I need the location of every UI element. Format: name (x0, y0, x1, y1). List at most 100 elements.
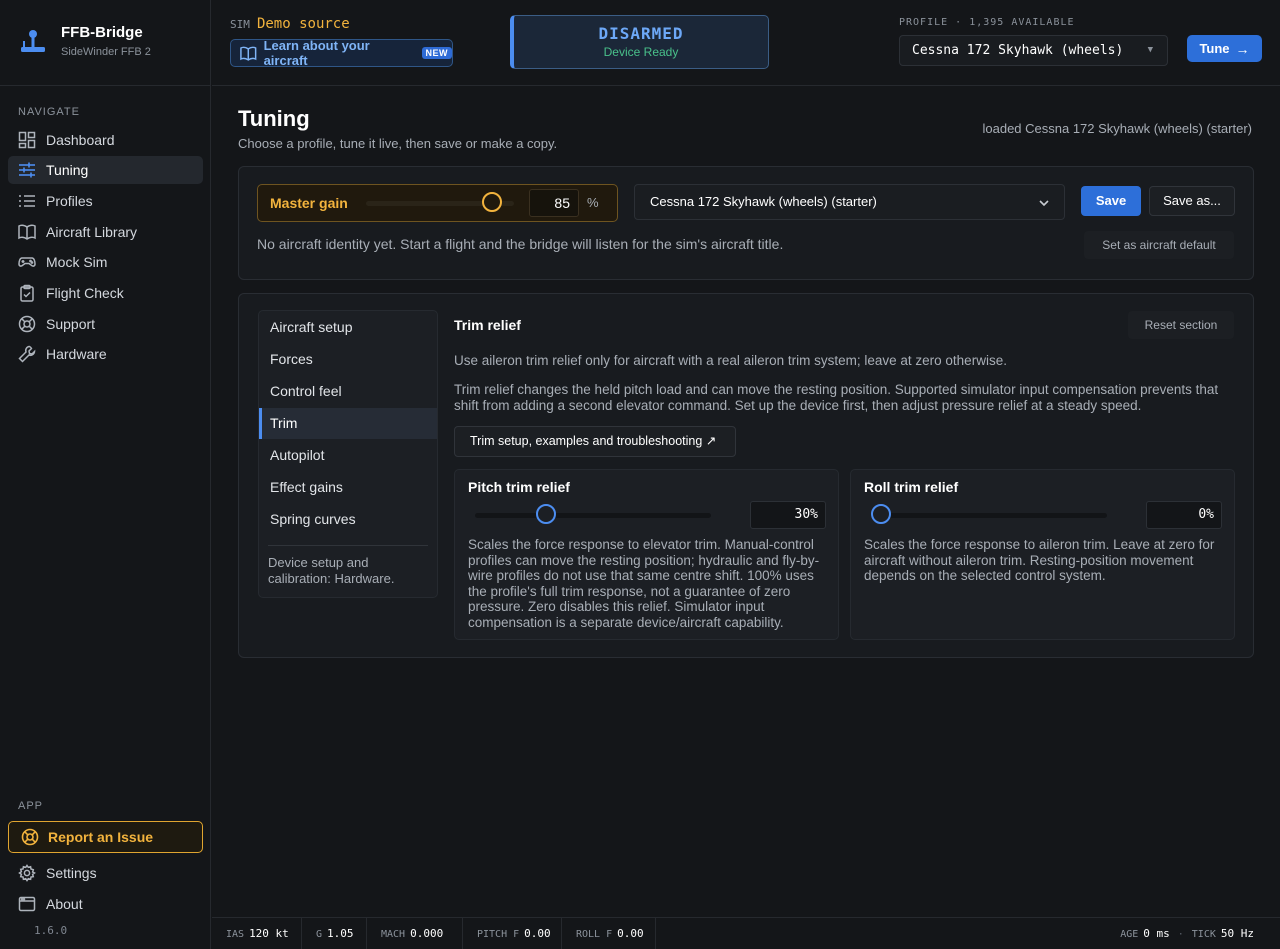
sidebar-item-profiles[interactable]: Profiles (8, 187, 203, 215)
section-trim[interactable]: Trim (259, 408, 437, 439)
sim-source: SIM Demo source (230, 16, 350, 32)
telemetry-bar: IAS 120 kt G 1.05 MACH 0.000 PITCH F 0.00 RO… (212, 917, 1280, 949)
tuning-card: Aircraft setup Forces Control feel Trim … (238, 293, 1254, 658)
pitch-trim-handle[interactable] (535, 504, 556, 524)
sliders-icon (19, 162, 35, 178)
mach-value: 0.000 (410, 927, 444, 940)
profile-dropdown[interactable]: Cessna 172 Skyhawk (wheels) (starter) (634, 184, 1065, 220)
brand: FFB-Bridge SideWinder FFB 2 (0, 0, 211, 86)
master-gain-unit: % (587, 195, 599, 210)
arm-status[interactable]: DISARMED Device Ready (510, 15, 769, 69)
page-title: Tuning (238, 106, 310, 131)
sidebar-item-support[interactable]: Support (8, 310, 203, 338)
section-divider (268, 545, 428, 546)
section-autopilot[interactable]: Autopilot (259, 440, 437, 471)
reset-section-button[interactable]: Reset section (1128, 311, 1234, 339)
pitch-trim-input[interactable]: 30% (750, 501, 826, 529)
sidebar-item-label: Support (46, 316, 96, 332)
sim-caption: SIM (230, 18, 250, 31)
trim-intro: Use aileron trim relief only for aircraf… (454, 353, 1007, 368)
new-badge: NEW (421, 47, 452, 59)
telemetry-roll-force: ROLL F 0.00 (562, 918, 656, 949)
g-label: G (316, 929, 323, 940)
sidebar-item-label: Aircraft Library (46, 224, 138, 240)
clipboard-check-icon (20, 284, 34, 302)
loaded-profile: loaded Cessna 172 Skyhawk (wheels) (star… (982, 121, 1252, 136)
sidebar-item-label: Tuning (46, 162, 89, 178)
set-aircraft-default-button[interactable]: Set as aircraft default (1084, 231, 1234, 259)
roll-trim-slider[interactable] (871, 513, 1107, 518)
master-gain-label: Master gain (270, 195, 348, 211)
tune-label: Tune (1199, 41, 1230, 56)
report-issue-label: Report an Issue (48, 829, 154, 845)
roll-force-label: ROLL F (576, 929, 613, 940)
section-effect-gains[interactable]: Effect gains (259, 472, 437, 503)
section-control-feel[interactable]: Control feel (259, 376, 437, 407)
section-spring-curves[interactable]: Spring curves (259, 504, 437, 535)
trim-guide-link[interactable]: Trim setup, examples and troubleshooting… (454, 426, 736, 457)
report-issue-button[interactable]: Report an Issue (8, 821, 203, 853)
roll-trim-input[interactable]: 0% (1146, 501, 1222, 529)
sidebar-item-settings[interactable]: Settings (8, 859, 203, 887)
window-icon (18, 896, 36, 912)
dashboard-icon (18, 131, 36, 149)
book-icon (18, 224, 36, 240)
brand-subtitle: SideWinder FFB 2 (61, 46, 151, 58)
master-gain-input[interactable]: 85 (529, 189, 579, 217)
pitch-trim-card: Pitch trim relief 30% Scales the force r… (454, 469, 839, 640)
pitch-trim-description: Scales the force response to elevator tr… (468, 537, 820, 630)
sidebar-item-aircraft-library[interactable]: Aircraft Library (8, 218, 203, 246)
ias-value: 120 kt (249, 927, 289, 940)
sidebar-item-mock-sim[interactable]: Mock Sim (8, 248, 203, 276)
sidebar-item-flight-check[interactable]: Flight Check (8, 279, 203, 307)
roll-trim-card: Roll trim relief 0% Scales the force res… (850, 469, 1235, 640)
chevron-down-icon (1039, 200, 1049, 207)
arm-status-title: DISARMED (598, 24, 684, 43)
telemetry-pitch-force: PITCH F 0.00 (463, 918, 562, 949)
profile-card: Master gain 85 % Cessna 172 Skyhawk (whe… (238, 166, 1254, 280)
brand-title: FFB-Bridge (61, 24, 143, 41)
section-forces[interactable]: Forces (259, 344, 437, 375)
tick-label: TICK (1191, 929, 1216, 940)
joystick-icon (21, 30, 45, 52)
roll-trim-handle[interactable] (871, 504, 891, 524)
sidebar-item-about[interactable]: About (8, 890, 203, 918)
topbar: SIM Demo source Learn about your aircraf… (212, 0, 1280, 86)
learn-aircraft-label: Learn about your aircraft (263, 38, 370, 68)
sidebar-item-label: Mock Sim (46, 254, 108, 270)
arrow-right-icon: → (1235, 40, 1250, 57)
sidebar: FFB-Bridge SideWinder FFB 2 NAVIGATE Das… (0, 0, 211, 949)
list-icon (19, 195, 35, 207)
hardware-note[interactable]: Device setup and calibration: Hardware. (268, 555, 428, 587)
sidebar-item-label: Settings (46, 865, 97, 881)
sidebar-item-tuning[interactable]: Tuning (8, 156, 203, 184)
app-version: 1.6.0 (34, 924, 68, 937)
pitch-force-label: PITCH F (477, 929, 520, 940)
section-nav: Aircraft setup Forces Control feel Trim … (258, 310, 438, 598)
section-aircraft-setup[interactable]: Aircraft setup (259, 312, 437, 343)
sim-value: Demo source (256, 16, 350, 32)
g-value: 1.05 (327, 927, 354, 940)
separator-dot: · (1177, 929, 1184, 940)
telemetry-mach: MACH 0.000 (367, 918, 463, 949)
pitch-trim-slider[interactable] (475, 513, 711, 518)
tick-value: 50 Hz (1220, 927, 1254, 940)
save-button[interactable]: Save (1081, 186, 1141, 216)
profile-select[interactable]: Cessna 172 Skyhawk (wheels) ▼ (899, 35, 1168, 66)
sidebar-item-label: Dashboard (46, 132, 115, 148)
sidebar-item-hardware[interactable]: Hardware (8, 340, 203, 368)
telemetry-g: G 1.05 (302, 918, 367, 949)
gear-icon (18, 864, 36, 882)
sidebar-item-label: About (46, 896, 83, 912)
lifebuoy-icon (21, 828, 39, 846)
master-gain-handle[interactable] (481, 192, 502, 212)
roll-trim-description: Scales the force response to aileron tri… (864, 537, 1215, 583)
roll-force-value: 0.00 (617, 927, 644, 940)
pitch-force-value: 0.00 (524, 927, 551, 940)
save-as-button[interactable]: Save as... (1149, 186, 1235, 216)
profile-select-value: Cessna 172 Skyhawk (wheels) (912, 43, 1124, 58)
sidebar-item-dashboard[interactable]: Dashboard (8, 126, 203, 154)
tune-button[interactable]: Tune → (1187, 35, 1262, 62)
ias-label: IAS (226, 929, 245, 940)
learn-aircraft-button[interactable]: Learn about your aircraft NEW (230, 38, 453, 68)
